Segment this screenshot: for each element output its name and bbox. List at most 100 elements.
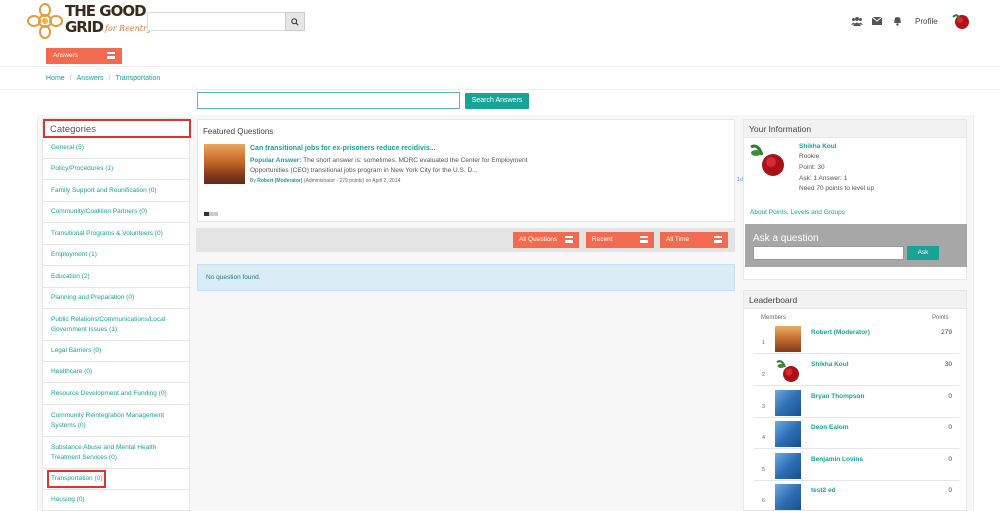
breadcrumb-home[interactable]: Home: [46, 75, 65, 82]
category-item[interactable]: Community Reintegration Management Syste…: [43, 405, 191, 437]
category-label: Employment (1): [51, 251, 97, 258]
filter-bar: All Questions Recent All Time: [196, 228, 735, 252]
leaderboard-row: 3 Bryan Thompson 0: [754, 387, 959, 418]
user-name-link[interactable]: Shikha Koul: [799, 143, 837, 150]
leaderboard-row: 1 Robert (Moderator) 279: [754, 323, 959, 354]
category-item[interactable]: Education (2): [43, 266, 191, 288]
site-logo[interactable]: THE GOOD GRID for Reentry: [27, 3, 151, 41]
category-item[interactable]: Housing (0): [43, 490, 191, 511]
leaderboard-avatar[interactable]: [775, 484, 801, 510]
category-item[interactable]: Policy/Procedures (1): [43, 159, 191, 180]
leaderboard-member-link[interactable]: test2 ed: [811, 487, 836, 494]
logo-subtitle: for Reentry: [105, 24, 152, 33]
header: THE GOOD GRID for Reentry Profile: [0, 0, 1000, 45]
header-search-input[interactable]: [147, 12, 305, 31]
leaderboard-avatar[interactable]: [775, 326, 801, 352]
category-item[interactable]: Public Relations/Communications/Local Go…: [43, 309, 191, 341]
leaderboard-rank: 3: [762, 404, 766, 410]
ask-button[interactable]: Ask: [907, 246, 939, 260]
leaderboard-points: 0: [948, 487, 952, 494]
filter-all-questions[interactable]: All Questions: [513, 232, 579, 248]
user-rank: Rookie: [799, 153, 820, 160]
category-item[interactable]: Substance Abuse and Mental Health Treatm…: [43, 437, 191, 469]
ask-question-input[interactable]: [753, 246, 904, 260]
featured-author-link[interactable]: Robert (Moderator): [257, 178, 302, 184]
envelope-icon[interactable]: [871, 15, 883, 27]
ask-question-title: Ask a question: [753, 233, 819, 244]
header-search-button[interactable]: [285, 12, 305, 31]
featured-question-link[interactable]: Can transitional jobs for ex-prisoners r…: [250, 145, 436, 152]
category-item[interactable]: Transitional Programs & Volunteers (0): [43, 223, 191, 245]
leaderboard-member-link[interactable]: Bryan Thompson: [811, 393, 864, 400]
category-item[interactable]: Family Support and Reunification (0): [43, 180, 191, 202]
user-next-level: Need 70 points to level up: [799, 185, 875, 192]
bell-icon[interactable]: [891, 15, 903, 27]
leaderboard-avatar[interactable]: [775, 390, 801, 416]
leaderboard-rank: 1: [762, 340, 766, 346]
category-label: Transportation (0): [46, 470, 107, 488]
answers-menu-button[interactable]: Answers: [46, 48, 122, 64]
category-label: Resource Development and Funding (0): [51, 389, 167, 397]
leaderboard-member-link[interactable]: Shikha Koul: [811, 361, 849, 368]
leaderboard-points: 279: [941, 329, 952, 336]
category-label: Policy/Procedures (1): [51, 165, 114, 172]
leaderboard-row: 4 Deon Ealom 0: [754, 418, 959, 449]
your-information-panel: Your Information Shikha Koul Rookie Poin…: [743, 119, 967, 280]
user-ask-answer: Ask: 1 Answer: 1: [799, 175, 848, 182]
category-label: Community Reintegration Management Syste…: [51, 411, 165, 429]
filter-all-time-label: All Time: [666, 236, 690, 243]
search-icon: [291, 17, 299, 26]
user-avatar-rose[interactable]: [951, 11, 971, 31]
profile-link[interactable]: Profile: [915, 17, 938, 26]
leaderboard-row: 6 test2 ed 0: [754, 481, 959, 511]
leaderboard-member-link[interactable]: Benjamin Lovins: [811, 456, 863, 463]
divider: [0, 89, 1000, 90]
featured-byline: By Robert (Moderator) (Administrator - 2…: [250, 178, 400, 184]
filter-all-time[interactable]: All Time: [660, 232, 728, 248]
answers-search-input[interactable]: [197, 92, 460, 109]
category-item[interactable]: Community/Coalition Partners (0): [43, 202, 191, 223]
breadcrumb-answers[interactable]: Answers: [77, 75, 104, 82]
featured-thumbnail[interactable]: [204, 144, 245, 184]
category-item[interactable]: Healthcare (0): [43, 362, 191, 383]
author-meta: (Administrator - 279 points): [303, 178, 365, 184]
categories-list: General (5) Policy/Procedures (1) Family S…: [43, 138, 191, 511]
about-points-link[interactable]: About Points, Levels and Groups: [750, 209, 845, 216]
your-information-title: Your Information: [744, 120, 966, 138]
hamburger-icon: [107, 52, 115, 59]
category-item[interactable]: Planning and Preparation (0): [43, 288, 191, 309]
category-item[interactable]: Resource Development and Funding (0): [43, 383, 191, 405]
category-item[interactable]: Transportation (0): [43, 469, 191, 490]
logo-line1: THE GOOD: [65, 2, 147, 20]
leaderboard-points: 30: [944, 361, 952, 368]
leaderboard-points: 0: [948, 393, 952, 400]
leaderboard-avatar[interactable]: [775, 453, 801, 479]
leaderboard-rank: 5: [762, 467, 766, 473]
category-label: Education (2): [51, 272, 90, 280]
breadcrumb-current[interactable]: Transportation: [115, 75, 160, 82]
category-item[interactable]: General (5): [43, 138, 191, 159]
category-item[interactable]: Legal Barriers (0): [43, 341, 191, 362]
featured-questions-panel: Featured Questions Can transitional jobs…: [197, 119, 744, 222]
carousel-pager[interactable]: [204, 212, 218, 216]
featured-title: Featured Questions: [203, 127, 274, 136]
category-label: Legal Barriers (0): [51, 347, 102, 354]
members-header: Members: [761, 315, 787, 321]
leaderboard-member-link[interactable]: Robert (Moderator): [811, 329, 870, 336]
category-label: Housing (0): [51, 496, 85, 503]
search-answers-button[interactable]: Search Answers: [465, 93, 529, 109]
category-label: Public Relations/Communications/Local Go…: [51, 315, 166, 333]
breadcrumb: Home / Answers / Transportation: [46, 75, 161, 82]
popular-answer: Popular Answer: The short answer is: som…: [250, 156, 550, 176]
leaderboard-avatar[interactable]: [775, 421, 801, 447]
category-item[interactable]: Employment (1): [43, 245, 191, 266]
category-label: Family Support and Reunification (0): [51, 186, 157, 194]
category-label: Planning and Preparation (0): [51, 294, 135, 301]
category-label: Healthcare (0): [51, 368, 93, 375]
filter-recent[interactable]: Recent: [586, 232, 654, 248]
leaderboard-avatar[interactable]: [775, 358, 801, 384]
user-avatar-rose[interactable]: [748, 141, 788, 179]
leaderboard-member-link[interactable]: Deon Ealom: [811, 424, 849, 431]
users-icon[interactable]: [851, 15, 863, 27]
leaderboard-points: 0: [948, 456, 952, 463]
